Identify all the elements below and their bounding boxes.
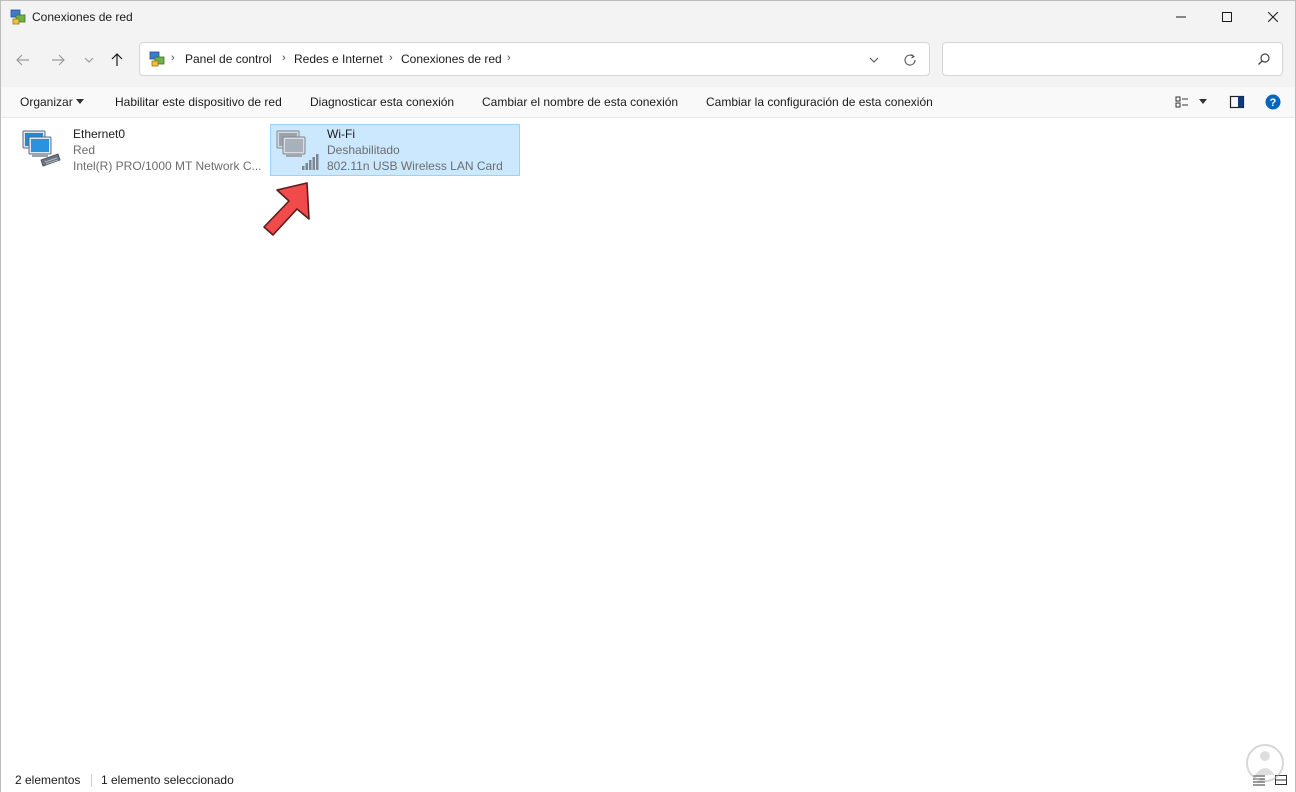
item-count: 2 elementos [15,773,81,787]
close-icon [1268,12,1278,22]
up-button[interactable] [104,47,130,73]
command-bar: Organizar Habilitar este dispositivo de … [1,87,1295,118]
watermark-logo-icon [1246,744,1284,782]
navigation-bar: › Panel de control › Redes e Internet › … [1,33,1295,87]
change-settings-button[interactable]: Cambiar la configuración de esta conexió… [706,95,933,109]
connection-device: Intel(R) PRO/1000 MT Network C... [73,159,262,173]
refresh-icon[interactable] [902,52,918,68]
wifi-adapter-icon [276,130,319,170]
window-title: Conexiones de red [32,10,133,24]
address-history-chevron-icon[interactable] [866,52,882,68]
recent-locations-button[interactable] [76,47,102,73]
selection-count: 1 elemento seleccionado [101,773,234,787]
title-bar[interactable]: Conexiones de red [1,1,1295,33]
minimize-icon [1176,16,1186,18]
network-connections-icon [10,9,26,25]
enable-device-button[interactable]: Habilitar este dispositivo de red [115,95,282,109]
breadcrumb-separator-icon[interactable]: › [171,52,175,64]
view-options-caret-icon[interactable] [1199,99,1207,105]
breadcrumb-separator-icon[interactable]: › [282,52,286,64]
connections-list[interactable]: Ethernet0 Red Intel(R) PRO/1000 MT Netwo… [1,118,1295,768]
svg-text:?: ? [1270,97,1277,109]
connection-device: 802.11n USB Wireless LAN Card [327,159,503,173]
rename-connection-button[interactable]: Cambiar el nombre de esta conexión [482,95,678,109]
connection-wifi[interactable]: Wi-Fi Deshabilitado 802.11n USB Wireless… [270,124,520,176]
back-button[interactable] [10,47,36,73]
breadcrumb-separator-icon[interactable]: › [389,52,393,64]
connection-ethernet0[interactable]: Ethernet0 Red Intel(R) PRO/1000 MT Netwo… [16,124,266,176]
arrow-right-icon [52,54,65,66]
status-bar: 2 elementos 1 elemento seleccionado [1,768,1295,792]
explorer-window: Conexiones de red › Panel de control › R… [0,0,1296,792]
control-panel-icon [149,51,165,67]
breadcrumb-separator-icon[interactable]: › [507,52,511,64]
connection-status: Red [73,143,96,157]
close-button[interactable] [1250,1,1296,33]
breadcrumb-network-internet[interactable]: Redes e Internet [294,52,383,66]
status-divider [91,774,92,787]
maximize-icon [1222,12,1232,22]
annotation-arrow-icon [263,182,310,236]
search-box[interactable] [942,42,1283,76]
address-bar[interactable]: › Panel de control › Redes e Internet › … [139,42,930,76]
ethernet-adapter-icon [22,130,61,167]
minimize-button[interactable] [1158,1,1204,33]
breadcrumb-control-panel[interactable]: Panel de control [185,52,272,66]
help-icon[interactable]: ? [1265,94,1281,110]
change-view-icon[interactable] [1174,94,1190,110]
connection-name: Ethernet0 [73,127,126,141]
forward-button[interactable] [45,47,71,73]
breadcrumb-network-connections[interactable]: Conexiones de red [401,52,502,66]
search-input[interactable] [951,50,1241,68]
connection-status: Deshabilitado [327,143,400,157]
caret-down-icon [76,99,84,104]
chevron-down-icon [84,57,94,63]
connection-name: Wi-Fi [327,127,355,141]
search-icon[interactable] [1257,52,1271,66]
maximize-button[interactable] [1204,1,1250,33]
preview-pane-icon[interactable] [1229,94,1245,110]
arrow-up-icon [111,53,123,66]
arrow-left-icon [16,54,29,66]
organize-menu-button[interactable]: Organizar [20,95,73,109]
diagnose-connection-button[interactable]: Diagnosticar esta conexión [310,95,454,109]
